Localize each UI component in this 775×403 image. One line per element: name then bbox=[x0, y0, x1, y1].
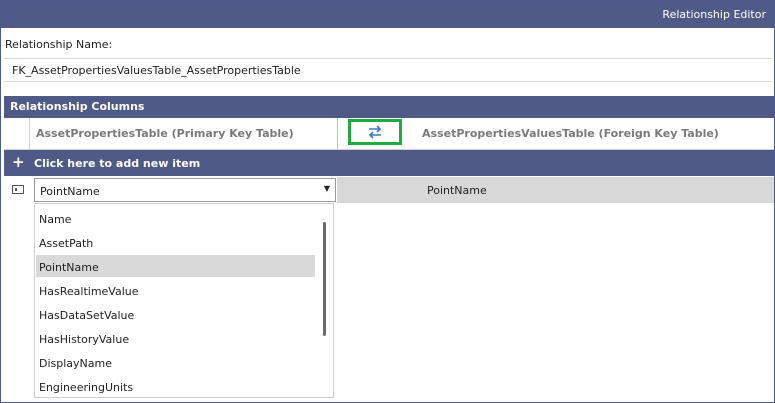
column-dropdown-list: Name AssetPath PointName HasRealtimeValu… bbox=[34, 203, 334, 398]
column-header-row: AssetPropertiesTable (Primary Key Table)… bbox=[4, 118, 774, 150]
foreign-column-value: PointName bbox=[427, 184, 487, 197]
title-bar: Relationship Editor bbox=[1, 1, 774, 28]
relationship-name-label: Relationship Name: bbox=[5, 38, 113, 51]
relationship-column-row: PointName ▼ PointName bbox=[4, 177, 774, 203]
primary-column-combobox[interactable]: PointName ▼ bbox=[34, 178, 336, 202]
chevron-down-icon[interactable]: ▼ bbox=[324, 184, 330, 193]
dropdown-item-name[interactable]: Name bbox=[36, 207, 315, 229]
relationship-columns-header: Relationship Columns bbox=[4, 96, 774, 118]
indicator-header-cell bbox=[4, 118, 30, 149]
swap-tables-button[interactable] bbox=[348, 119, 402, 145]
relationship-name-field[interactable]: FK_AssetPropertiesValuesTable_AssetPrope… bbox=[4, 58, 771, 82]
column-divider bbox=[337, 118, 338, 149]
relationship-editor-window: Relationship Editor Relationship Name: F… bbox=[0, 0, 775, 403]
section-title: Relationship Columns bbox=[10, 100, 145, 113]
dropdown-item-pointname[interactable]: PointName bbox=[36, 255, 315, 277]
window-title: Relationship Editor bbox=[662, 8, 766, 21]
primary-column-value: PointName bbox=[40, 185, 100, 198]
relationship-name-value: FK_AssetPropertiesValuesTable_AssetPrope… bbox=[12, 64, 301, 77]
dropdown-item-hashistoryvalue[interactable]: HasHistoryValue bbox=[36, 327, 315, 349]
foreign-column-cell[interactable]: PointName bbox=[337, 177, 774, 203]
dropdown-item-hasrealtimevalue[interactable]: HasRealtimeValue bbox=[36, 279, 315, 301]
dropdown-item-assetpath[interactable]: AssetPath bbox=[36, 231, 315, 253]
add-new-item-row[interactable]: + Click here to add new item bbox=[4, 150, 774, 176]
plus-icon: + bbox=[12, 153, 25, 171]
foreign-key-table-header: AssetPropertiesValuesTable (Foreign Key … bbox=[422, 127, 719, 140]
dropdown-scrollbar[interactable] bbox=[323, 222, 326, 336]
swap-arrows-icon bbox=[368, 125, 382, 139]
add-new-item-label: Click here to add new item bbox=[34, 157, 201, 170]
dropdown-item-hasdatasetvalue[interactable]: HasDataSetValue bbox=[36, 303, 315, 325]
dropdown-item-engineeringunits[interactable]: EngineeringUnits bbox=[36, 375, 315, 397]
row-indicator-icon bbox=[12, 185, 24, 194]
primary-key-table-header: AssetPropertiesTable (Primary Key Table) bbox=[36, 127, 294, 140]
dropdown-item-displayname[interactable]: DisplayName bbox=[36, 351, 315, 373]
